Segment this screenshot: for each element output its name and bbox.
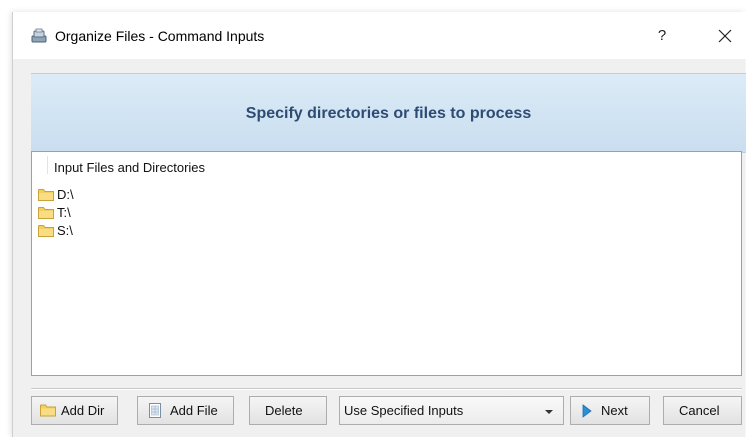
- window-title: Organize Files - Command Inputs: [55, 28, 265, 44]
- list-item-label: D:\: [57, 187, 74, 202]
- list-item[interactable]: S:\: [34, 222, 334, 240]
- banner-heading: Specify directories or files to process: [245, 105, 532, 122]
- help-icon: ?: [657, 27, 667, 44]
- folder-icon: [38, 207, 54, 219]
- next-button[interactable]: Next: [570, 396, 650, 425]
- cancel-button[interactable]: Cancel: [663, 396, 742, 425]
- list-column-header[interactable]: Input Files and Directories: [32, 152, 741, 178]
- list-item[interactable]: D:\: [34, 186, 334, 204]
- column-header-label: Input Files and Directories: [54, 160, 206, 175]
- arrow-right-icon: [582, 404, 592, 418]
- file-icon: [149, 403, 161, 418]
- delete-label: Delete: [265, 403, 303, 418]
- instruction-banner: Specify directories or files to process: [31, 73, 746, 153]
- list-item[interactable]: T:\: [34, 204, 334, 222]
- add-dir-button[interactable]: Add Dir: [31, 396, 118, 425]
- header-divider: [47, 156, 48, 174]
- folder-icon: [40, 404, 56, 417]
- dialog-window: Organize Files - Command Inputs ? Specif…: [12, 12, 746, 437]
- cancel-label: Cancel: [679, 403, 720, 418]
- folder-icon: [38, 225, 54, 237]
- close-icon: [718, 29, 732, 43]
- input-mode-select[interactable]: Use Specified Inputs: [339, 396, 564, 425]
- list-item-label: S:\: [57, 223, 73, 238]
- input-list[interactable]: Input Files and Directories D:\ T:\ S:\: [31, 151, 742, 376]
- bottom-divider: [31, 388, 742, 390]
- folder-icon: [38, 189, 54, 201]
- app-icon: [31, 28, 47, 43]
- help-button[interactable]: ?: [646, 21, 678, 51]
- input-mode-value: Use Specified Inputs: [344, 403, 464, 418]
- title-bar: Organize Files - Command Inputs ?: [13, 12, 746, 59]
- add-file-button[interactable]: Add File: [137, 396, 234, 425]
- chevron-down-icon: [545, 410, 553, 414]
- add-dir-label: Add Dir: [61, 403, 105, 418]
- close-button[interactable]: [709, 21, 741, 51]
- add-file-label: Add File: [170, 403, 218, 418]
- list-item-label: T:\: [57, 205, 71, 220]
- next-label: Next: [601, 403, 628, 418]
- delete-button[interactable]: Delete: [249, 396, 327, 425]
